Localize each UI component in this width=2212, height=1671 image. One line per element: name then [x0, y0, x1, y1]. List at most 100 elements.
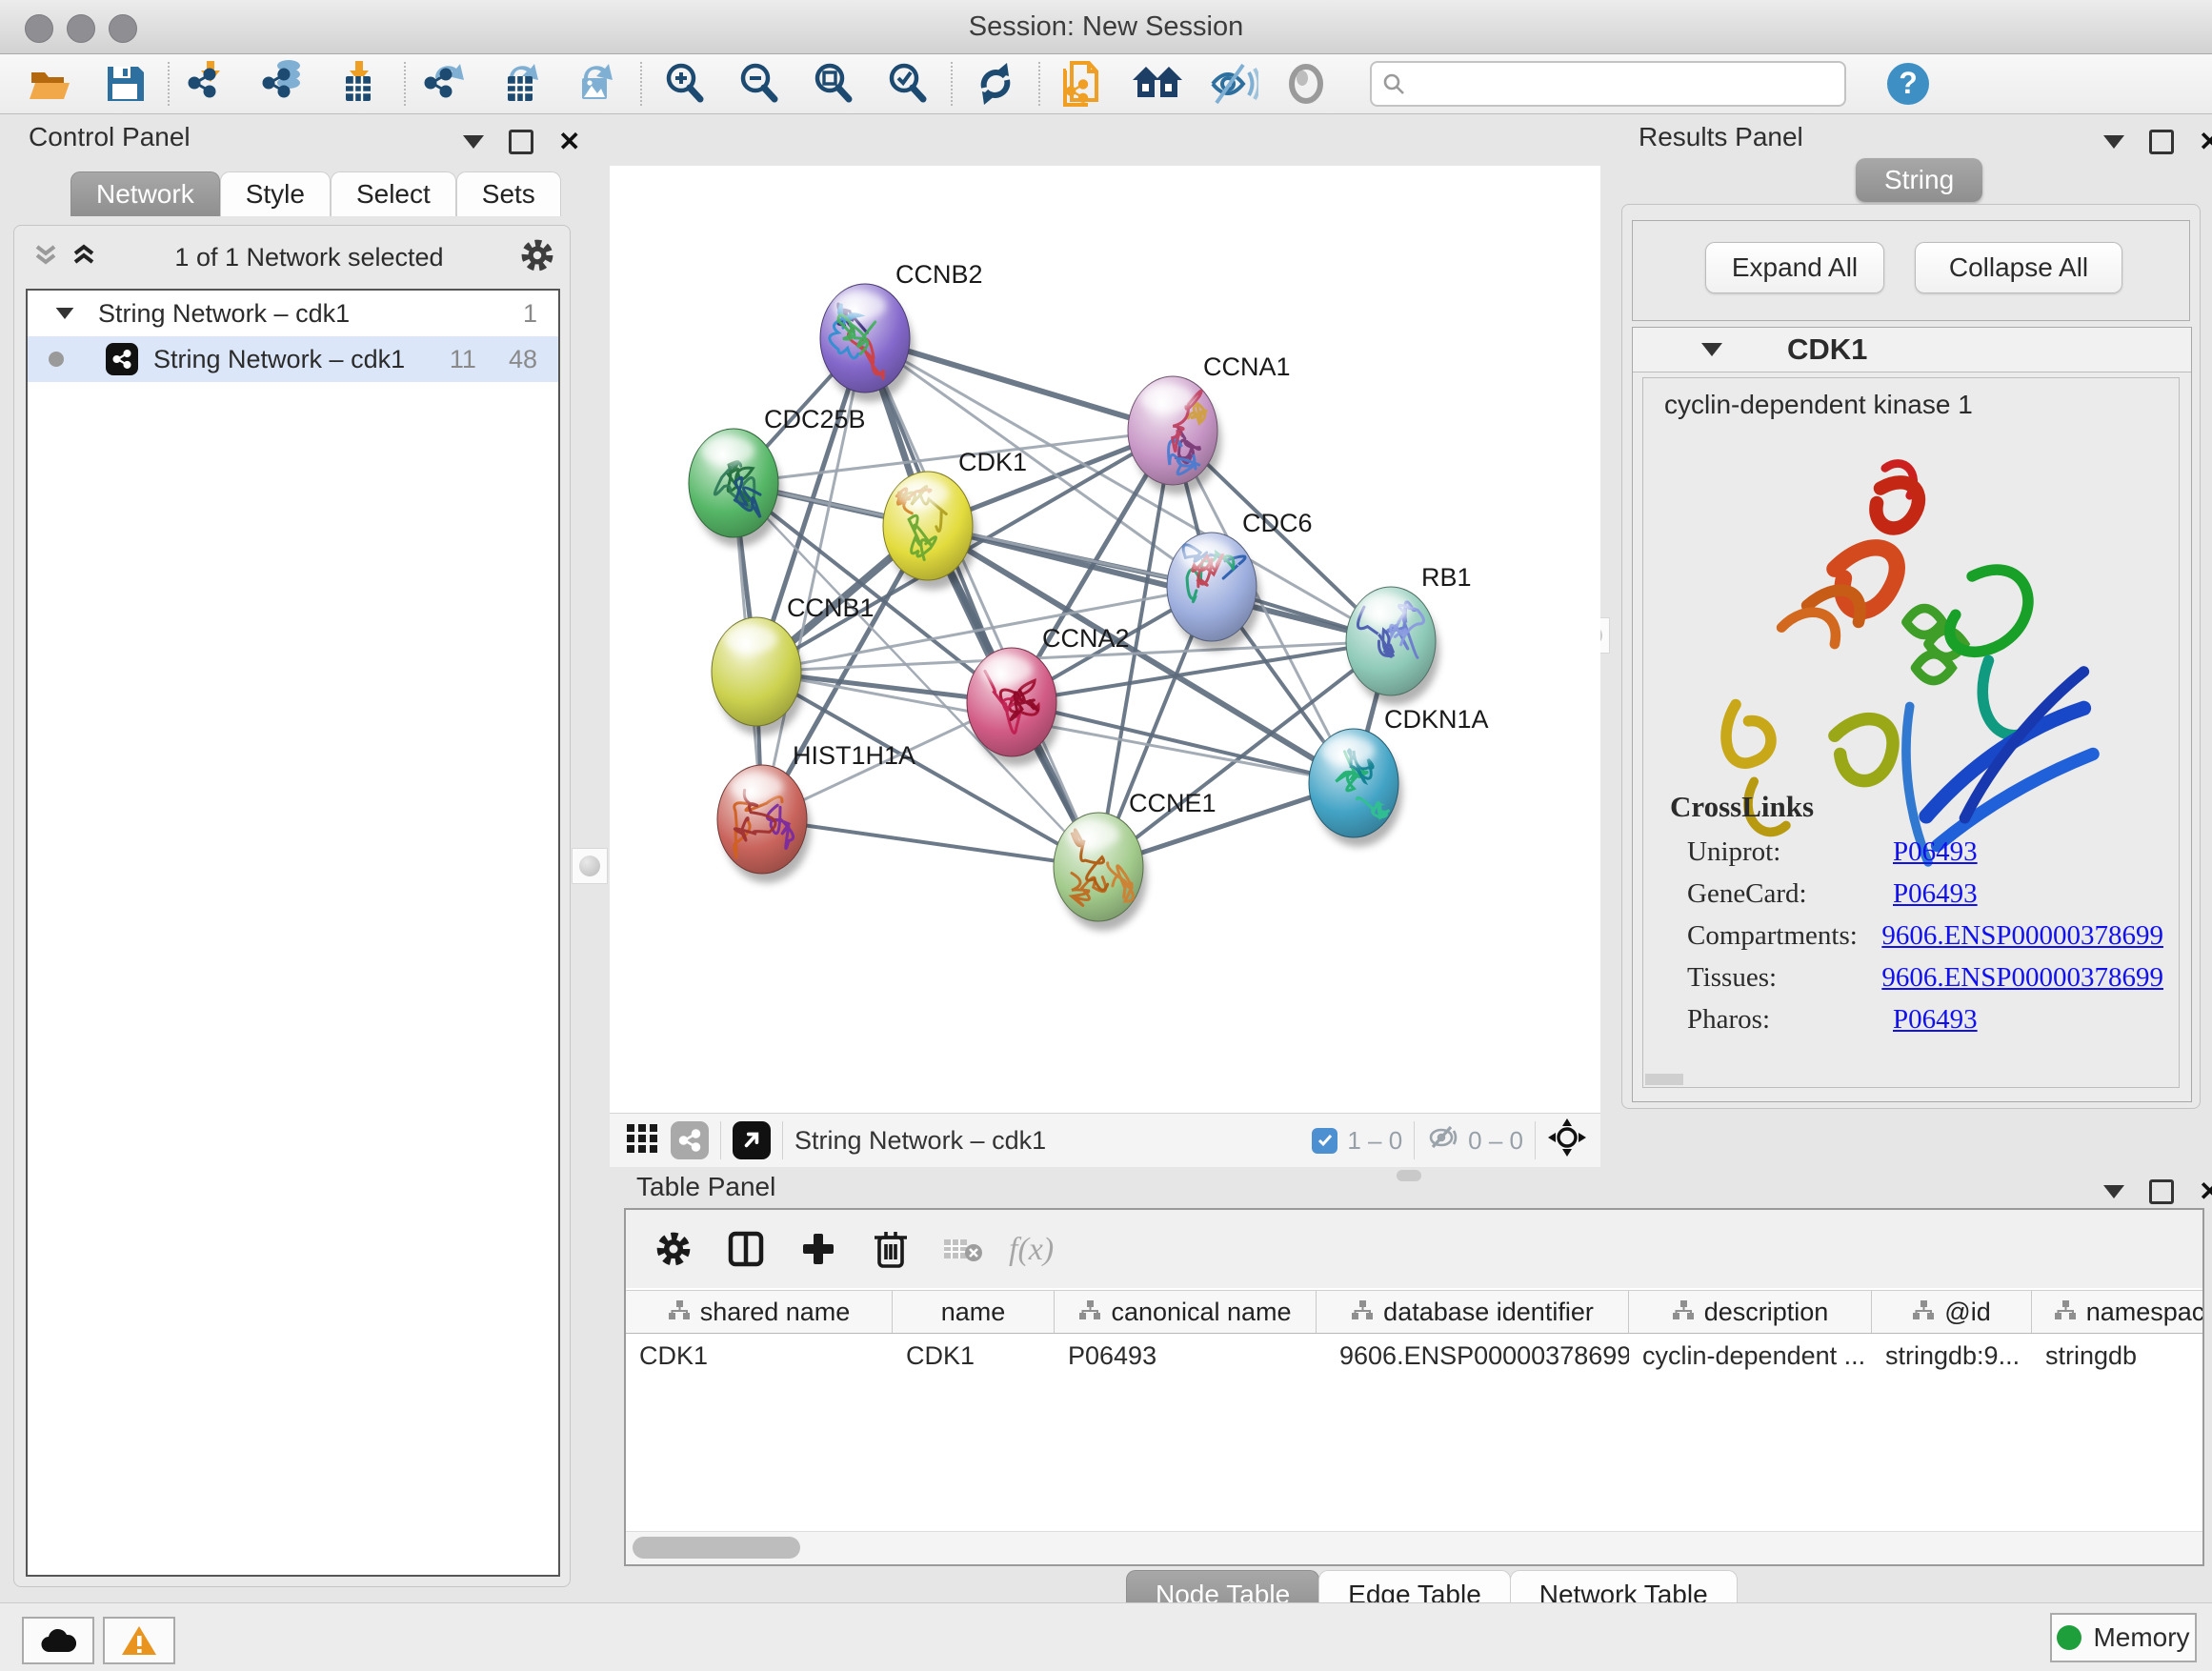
network-collection-row[interactable]: String Network – cdk1 1: [28, 291, 558, 336]
collapse-all-button[interactable]: Collapse All: [1915, 242, 2122, 293]
close-panel-icon[interactable]: ✕: [2199, 132, 2212, 151]
network-status-dot: [49, 352, 64, 367]
zoom-selected-icon[interactable]: [871, 57, 945, 111]
column-header-name[interactable]: name: [893, 1291, 1055, 1333]
open-in-window-icon[interactable]: [733, 1121, 771, 1159]
crosslink-value[interactable]: 9606.ENSP00000378699: [1881, 920, 2163, 952]
column-header-database-identifier[interactable]: database identifier: [1317, 1291, 1629, 1333]
table-horizontal-scrollbar[interactable]: [626, 1531, 2202, 1564]
network-edge[interactable]: [865, 338, 1098, 867]
titlebar: Session: New Session: [0, 0, 2212, 54]
table-cell[interactable]: CDK1: [893, 1334, 1055, 1378]
hidden-eye-icon: [1426, 1123, 1460, 1158]
network-from-file-icon[interactable]: [1046, 57, 1120, 111]
search-input[interactable]: [1370, 61, 1846, 107]
grid-view-icon[interactable]: [625, 1120, 659, 1161]
tab-style[interactable]: Style: [220, 171, 331, 216]
network-node-hist1h1a[interactable]: [717, 765, 811, 883]
open-session-icon[interactable]: [13, 57, 88, 111]
tab-string[interactable]: String: [1856, 158, 1982, 202]
column-header-shared-name[interactable]: shared name: [626, 1291, 893, 1333]
tab-network[interactable]: Network: [70, 171, 220, 216]
network-node-ccne1[interactable]: [1054, 813, 1147, 931]
bottom-splitter-handle[interactable]: [1397, 1170, 1421, 1181]
hidden-counts: 0 – 0: [1468, 1126, 1523, 1156]
import-database-icon[interactable]: [250, 57, 324, 111]
cloud-button[interactable]: [22, 1617, 94, 1664]
export-image-icon[interactable]: [560, 57, 634, 111]
zoom-in-icon[interactable]: [648, 57, 722, 111]
import-table-icon[interactable]: [324, 57, 398, 111]
network-node-ccna2[interactable]: [967, 648, 1060, 766]
table-cell[interactable]: cyclin-dependent ...: [1629, 1334, 1872, 1378]
undock-panel-icon[interactable]: [2149, 1179, 2174, 1204]
expand-all-button[interactable]: Expand All: [1705, 242, 1884, 293]
column-header-canonical-name[interactable]: canonical name: [1055, 1291, 1317, 1333]
results-scrollbar-thumb[interactable]: [1645, 1074, 1683, 1085]
tab-select[interactable]: Select: [331, 171, 456, 216]
expand-all-icon[interactable]: [70, 241, 98, 274]
table-cell[interactable]: 9606.ENSP00000378699: [1317, 1334, 1629, 1378]
scrollbar-thumb[interactable]: [633, 1537, 800, 1559]
network-node-rb1[interactable]: [1346, 587, 1439, 705]
undock-panel-icon[interactable]: [2149, 130, 2174, 154]
hide-selected-icon[interactable]: [1195, 57, 1269, 111]
network-row[interactable]: String Network – cdk1 11 48: [28, 336, 558, 382]
export-network-icon[interactable]: [412, 57, 486, 111]
table-cell[interactable]: P06493: [1055, 1334, 1317, 1378]
export-table-icon[interactable]: [486, 57, 560, 111]
network-node-cdc6[interactable]: [1167, 533, 1260, 651]
crosslink-value[interactable]: 9606.ENSP00000378699: [1881, 962, 2163, 994]
left-splitter-handle[interactable]: [572, 848, 608, 884]
network-canvas[interactable]: CCNB2CCNA1CDC25BCDK1CDC6RB1CCNB1CCNA2CDK…: [610, 166, 1600, 1113]
gene-section-header[interactable]: CDK1: [1633, 328, 2191, 372]
network-edge[interactable]: [762, 819, 1098, 867]
crosslink-value[interactable]: P06493: [1893, 1004, 1978, 1036]
network-share-badge-icon[interactable]: [671, 1121, 709, 1159]
show-hidden-icon[interactable]: [1269, 57, 1343, 111]
crosslink-value[interactable]: P06493: [1893, 836, 1978, 868]
refresh-icon[interactable]: [958, 57, 1033, 111]
float-panel-icon[interactable]: [2103, 135, 2124, 149]
network-node-cdkn1a[interactable]: [1309, 729, 1402, 847]
expander-icon[interactable]: [56, 308, 74, 319]
zoom-out-icon[interactable]: [722, 57, 796, 111]
tab-sets[interactable]: Sets: [456, 171, 561, 216]
undock-panel-icon[interactable]: [509, 130, 533, 154]
network-node-ccnb1[interactable]: [712, 617, 805, 735]
network-node-ccna1[interactable]: [1128, 376, 1221, 494]
add-column-icon[interactable]: [782, 1216, 855, 1282]
home-view-icon[interactable]: [1120, 57, 1195, 111]
table-cell[interactable]: CDK1: [626, 1334, 893, 1378]
network-node-ccnb2[interactable]: [820, 284, 914, 402]
table-cell[interactable]: stringdb:9...: [1872, 1334, 2032, 1378]
table-settings-gear-icon[interactable]: [637, 1216, 710, 1282]
selected-checkbox[interactable]: [1312, 1128, 1337, 1154]
column-header-namespace[interactable]: namespace: [2032, 1291, 2204, 1333]
network-edge[interactable]: [928, 526, 1391, 641]
network-options-gear-icon[interactable]: [520, 238, 554, 277]
zoom-fit-icon[interactable]: [796, 57, 871, 111]
save-session-icon[interactable]: [88, 57, 162, 111]
show-columns-icon[interactable]: [710, 1216, 782, 1282]
fit-content-icon[interactable]: [1547, 1117, 1587, 1164]
network-node-cdk1[interactable]: [883, 472, 976, 590]
float-panel-icon[interactable]: [463, 135, 484, 149]
svg-text:f(x): f(x): [1009, 1232, 1054, 1267]
collapse-section-icon[interactable]: [1701, 343, 1722, 356]
collapse-all-icon[interactable]: [31, 241, 60, 274]
import-network-icon[interactable]: [175, 57, 250, 111]
column-header--id[interactable]: @id: [1872, 1291, 2032, 1333]
delete-column-icon[interactable]: [855, 1216, 927, 1282]
memory-button[interactable]: Memory: [2050, 1613, 2197, 1662]
table-row[interactable]: CDK1CDK1P064939606.ENSP00000378699cyclin…: [626, 1334, 2204, 1378]
network-view-title: String Network – cdk1: [794, 1126, 1046, 1156]
warnings-button[interactable]: [103, 1617, 175, 1664]
close-panel-icon[interactable]: ✕: [558, 132, 580, 151]
float-panel-icon[interactable]: [2103, 1185, 2124, 1198]
table-cell[interactable]: stringdb: [2032, 1334, 2204, 1378]
column-header-description[interactable]: description: [1629, 1291, 1872, 1333]
help-icon[interactable]: ?: [1871, 57, 1945, 111]
crosslink-value[interactable]: P06493: [1893, 878, 1978, 910]
close-panel-icon[interactable]: ✕: [2199, 1182, 2212, 1201]
